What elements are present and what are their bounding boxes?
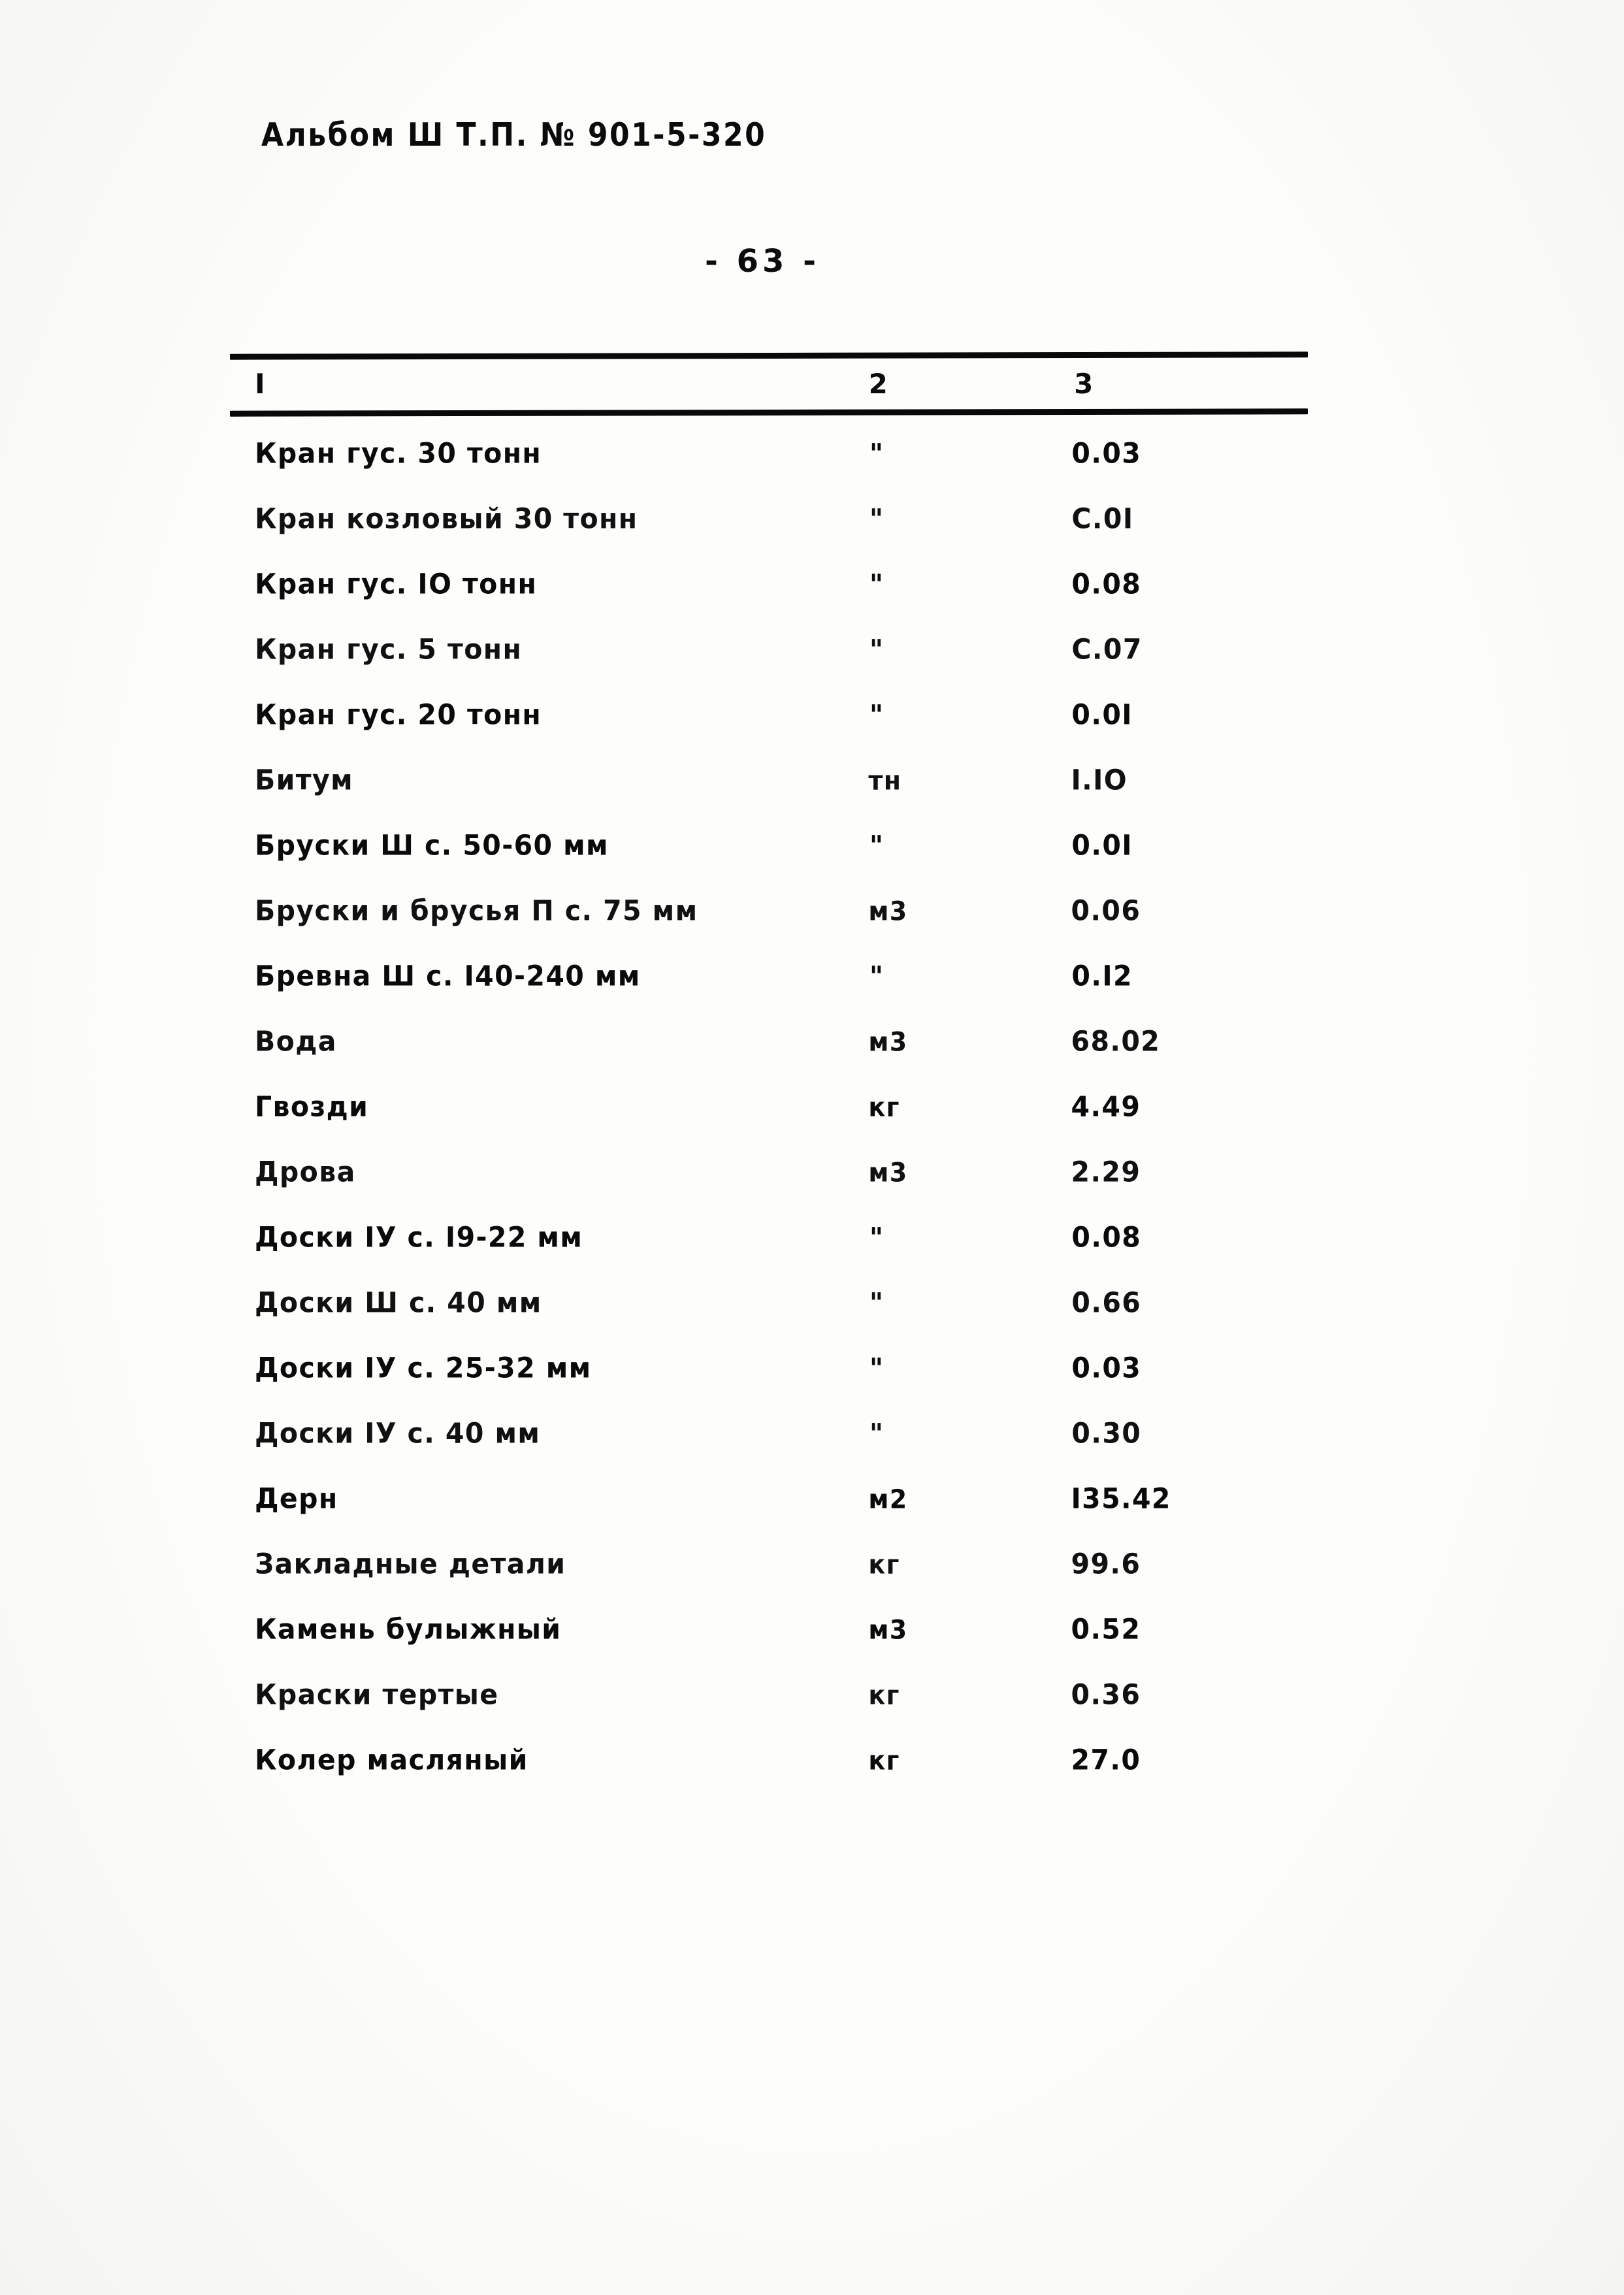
ditto-mark: " [869, 699, 883, 732]
material-quantity: 27.0 [1071, 1743, 1141, 1777]
material-name: Камень булыжный [255, 1612, 562, 1646]
column-header-3: 3 [1074, 368, 1094, 400]
material-unit: кг [868, 1092, 900, 1123]
material-quantity: 0.0I [1071, 828, 1133, 862]
table-body: Кран гус. 30 тонн " 0.03 Кран козловый 30 т… [230, 415, 1308, 1810]
ditto-mark: " [869, 1287, 883, 1320]
material-name: Вода [255, 1024, 337, 1058]
material-quantity: 0.36 [1071, 1678, 1141, 1712]
material-name: Бруски и брусья П с. 75 мм [255, 894, 698, 928]
material-unit: тн [868, 765, 902, 796]
material-name: Закладные детали [255, 1547, 566, 1581]
material-quantity: 2.29 [1071, 1155, 1141, 1189]
table-row: Бруски и брусья П с. 75 мм м3 0.06 [230, 894, 1308, 960]
column-header-1: I [255, 368, 266, 400]
material-name: Краски тертые [255, 1678, 499, 1712]
material-unit: м3 [868, 896, 908, 927]
table-row: Кран гус. 30 тонн " 0.03 [230, 436, 1308, 503]
table-row: Доски IУ с. 25-32 мм " 0.03 [230, 1352, 1308, 1418]
material-name: Дрова [255, 1155, 356, 1189]
material-unit: кг [868, 1549, 900, 1580]
table-row: Дрова м3 2.29 [230, 1156, 1308, 1222]
ditto-mark: " [869, 830, 883, 862]
material-unit: м2 [868, 1484, 908, 1515]
material-quantity: 0.06 [1071, 894, 1141, 928]
material-unit: кг [868, 1745, 900, 1776]
material-quantity: 0.I2 [1071, 959, 1133, 993]
ditto-mark: " [869, 1418, 883, 1450]
table-row: Кран гус. 20 тонн " 0.0I [230, 698, 1308, 764]
material-quantity: I35.42 [1071, 1482, 1171, 1516]
album-header: Альбом Ш Т.П. № 901-5-320 [261, 116, 767, 154]
ditto-mark: " [869, 634, 883, 666]
material-quantity: 0.52 [1071, 1612, 1141, 1646]
table-row: Бруски Ш с. 50-60 мм " 0.0I [230, 828, 1308, 895]
ditto-mark: " [869, 960, 883, 993]
table-row: Кран козловый 30 тонн " С.0I [230, 502, 1308, 568]
material-unit: м3 [868, 1157, 908, 1188]
table-row: Бревна Ш с. I40-240 мм " 0.I2 [230, 960, 1308, 1026]
ditto-mark: " [869, 1222, 883, 1254]
material-name: Кран гус. 20 тонн [255, 698, 542, 732]
ditto-mark: " [869, 503, 883, 536]
table-row: Колер масляный кг 27.0 [230, 1744, 1308, 1810]
ditto-mark: " [869, 568, 883, 601]
material-unit: кг [868, 1680, 900, 1711]
material-quantity: 0.30 [1071, 1416, 1142, 1450]
table-row: Доски IУ с. I9-22 мм " 0.08 [230, 1220, 1308, 1287]
material-quantity: 0.08 [1071, 567, 1142, 601]
material-name: Доски Ш с. 40 мм [255, 1286, 542, 1320]
material-quantity: 4.49 [1071, 1090, 1141, 1124]
material-quantity: С.07 [1071, 632, 1143, 666]
material-name: Кран гус. 5 тонн [255, 632, 523, 666]
table-row: Кран гус. 5 тонн " С.07 [230, 632, 1308, 699]
material-quantity: I.IO [1071, 763, 1128, 797]
material-name: Колер масляный [255, 1743, 528, 1777]
ditto-mark: " [869, 1352, 883, 1385]
material-quantity: 0.0I [1071, 698, 1133, 732]
table-row: Дерн м2 I35.42 [230, 1482, 1308, 1548]
material-name: Доски IУ с. I9-22 мм [255, 1220, 583, 1254]
material-name: Кран гус. IO тонн [255, 567, 538, 601]
material-name: Кран гус. 30 тонн [255, 436, 542, 470]
material-name: Кран козловый 30 тонн [255, 502, 638, 536]
table-row: Доски Ш с. 40 мм " 0.66 [230, 1286, 1308, 1352]
material-unit: м3 [868, 1614, 908, 1646]
table-row: Краски тертые кг 0.36 [230, 1678, 1308, 1744]
material-quantity: 0.03 [1071, 1351, 1142, 1385]
page-number: - 63 - [704, 243, 820, 280]
column-header-2: 2 [868, 368, 888, 400]
table-row: Гвозди кг 4.49 [230, 1090, 1308, 1156]
material-quantity: 0.03 [1071, 436, 1142, 470]
table-row: Камень булыжный м3 0.52 [230, 1612, 1308, 1679]
material-quantity: 0.66 [1071, 1286, 1142, 1320]
material-quantity: С.0I [1071, 502, 1134, 536]
table-row: Закладные детали кг 99.6 [230, 1548, 1308, 1614]
material-name: Битум [255, 763, 353, 797]
material-quantity: 99.6 [1071, 1547, 1141, 1581]
material-quantity: 0.08 [1071, 1220, 1142, 1254]
document-page: Альбом Ш Т.П. № 901-5-320 - 63 - I 2 3 К… [0, 0, 1624, 2295]
material-unit: м3 [868, 1026, 908, 1058]
material-name: Доски IУ с. 25-32 мм [255, 1351, 592, 1385]
material-name: Дерн [255, 1482, 338, 1516]
ditto-mark: " [869, 438, 883, 470]
table-row: Вода м3 68.02 [230, 1024, 1308, 1091]
table-header-row: I 2 3 [230, 359, 1308, 410]
table-row: Доски IУ с. 40 мм " 0.30 [230, 1416, 1308, 1483]
material-name: Бруски Ш с. 50-60 мм [255, 828, 609, 862]
material-name: Гвозди [255, 1090, 369, 1124]
materials-table: I 2 3 Кран гус. 30 тонн " 0.03 Кран козловы… [229, 351, 1308, 1810]
material-name: Доски IУ с. 40 мм [255, 1416, 541, 1450]
table-row: Кран гус. IO тонн " 0.08 [230, 568, 1308, 634]
material-quantity: 68.02 [1071, 1024, 1161, 1058]
material-name: Бревна Ш с. I40-240 мм [255, 959, 641, 993]
table-row: Битум тн I.IO [230, 764, 1308, 830]
